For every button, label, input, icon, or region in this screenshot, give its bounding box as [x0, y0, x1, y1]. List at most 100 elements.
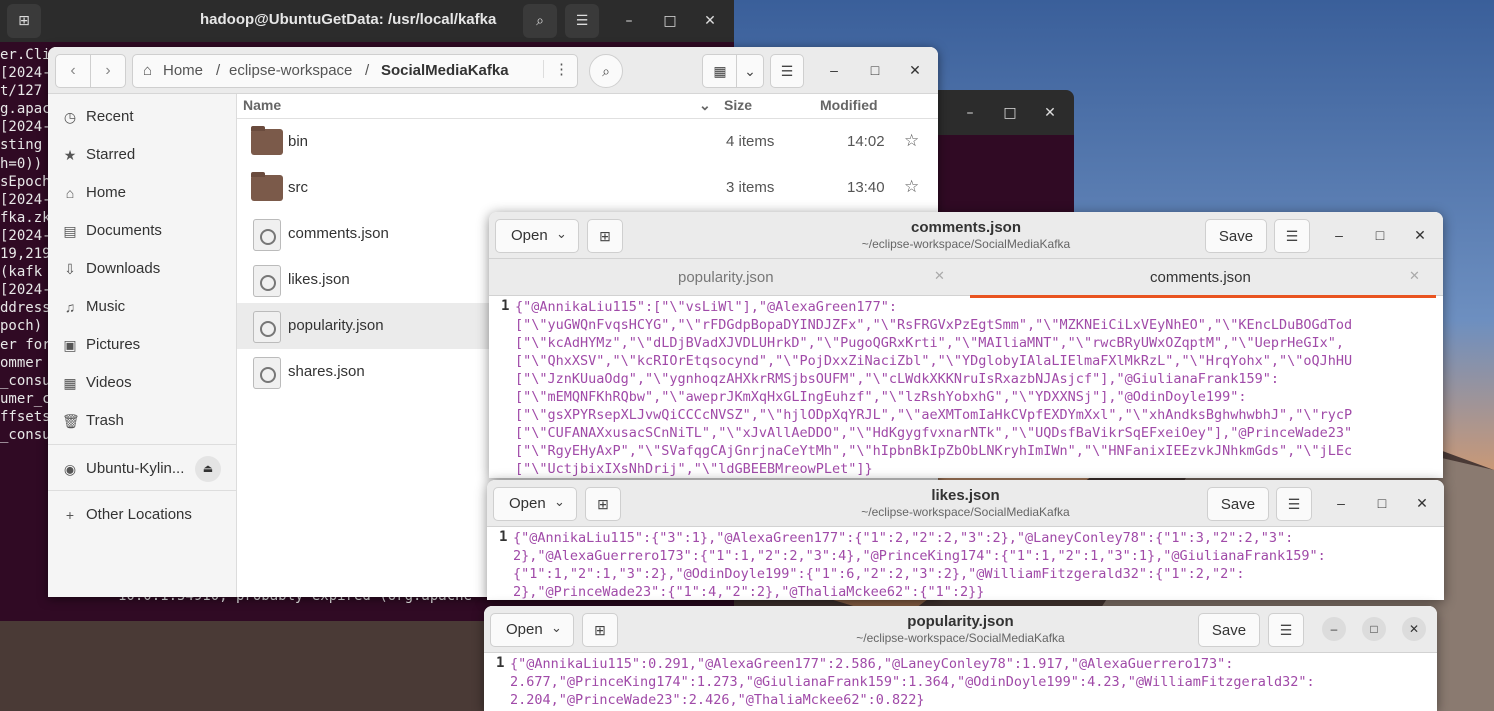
editor-menu-button[interactable]: ☰: [1276, 487, 1312, 521]
sidebar-item-videos[interactable]: ▦ Videos: [48, 366, 236, 400]
sidebar-item-label: Ubuntu-Kylin...: [86, 460, 185, 477]
files-maximize-button[interactable]: □: [863, 58, 887, 82]
file-name: shares.json: [288, 363, 365, 380]
tab-comments[interactable]: comments.json ✕: [970, 259, 1436, 298]
folder-icon: [251, 172, 283, 201]
editor-maximize-button[interactable]: □: [1370, 491, 1394, 515]
path-menu-icon[interactable]: ⋮: [543, 60, 569, 78]
terminal-line: (kafk: [0, 264, 43, 281]
editor-minimize-button[interactable]: –: [1322, 617, 1346, 641]
column-modified[interactable]: Modified: [820, 97, 878, 113]
file-size: 3 items: [726, 179, 775, 196]
terminal-line: 19,219: [0, 246, 51, 263]
new-tab-button[interactable]: ⊞: [7, 4, 41, 38]
code-line: ["\"QhxXSV","\"kcRIOrEtqsocynd","\"PojDx…: [515, 353, 1353, 369]
sidebar-item-pictures[interactable]: ▣ Pictures: [48, 328, 236, 362]
grid-icon: ▦: [713, 62, 727, 79]
code-line: 2},"@AlexaGuerrero173":{"1":1,"2":2,"3":…: [513, 548, 1326, 564]
file-row-bin[interactable]: bin 4 items 14:02 ☆: [237, 119, 938, 165]
terminal-close-button[interactable]: ✕: [698, 9, 722, 33]
close-tab-icon[interactable]: ✕: [1409, 268, 1420, 284]
eject-icon[interactable]: ⏏: [195, 456, 221, 482]
editor-menu-button[interactable]: ☰: [1268, 613, 1304, 647]
terminal-line: t/127: [0, 83, 43, 100]
editor-maximize-button[interactable]: □: [1362, 617, 1386, 641]
tab-popularity[interactable]: popularity.json ✕: [489, 259, 957, 295]
view-options-button[interactable]: ⌄: [736, 54, 764, 88]
sidebar-item-label: Starred: [86, 146, 136, 163]
editor-minimize-button[interactable]: –: [1329, 491, 1353, 515]
comments-editor-window[interactable]: Open ⌄ ⊞ comments.json ~/eclipse-workspac…: [489, 212, 1443, 478]
sidebar-item-ubuntu-kylin[interactable]: ◉ Ubuntu-Kylin... ⏏: [48, 452, 236, 486]
editor-minimize-button[interactable]: –: [1327, 223, 1351, 247]
save-button[interactable]: Save: [1198, 613, 1260, 647]
bg-close-button[interactable]: ✕: [1038, 101, 1062, 125]
sidebar: ◷ Recent ★ Starred ⌂ Home ▤ Documents ⇩ Downl…: [48, 94, 237, 597]
terminal-line: sting: [0, 137, 43, 154]
column-header: Name ⌄ Size Modified: [237, 94, 938, 119]
sidebar-item-downloads[interactable]: ⇩ Downloads: [48, 252, 236, 286]
terminal-maximize-button[interactable]: □: [658, 9, 682, 33]
line-number: 1: [501, 298, 510, 314]
file-modified: 14:02: [847, 133, 885, 150]
breadcrumb-eclipse-workspace[interactable]: eclipse-workspace: [229, 62, 352, 79]
terminal-line: [2024-: [0, 65, 51, 82]
line-number: 1: [496, 655, 505, 671]
terminal-search-button[interactable]: ⌕: [523, 4, 557, 38]
save-button[interactable]: Save: [1207, 487, 1269, 521]
files-minimize-button[interactable]: –: [822, 58, 846, 82]
terminal-line: umer_c: [0, 390, 51, 407]
star-icon[interactable]: ☆: [904, 177, 919, 197]
search-button[interactable]: ⌕: [589, 54, 623, 88]
bg-minimize-button[interactable]: –: [958, 101, 982, 125]
back-icon: ‹: [70, 62, 76, 79]
editor-close-button[interactable]: ✕: [1402, 617, 1426, 641]
terminal-minimize-button[interactable]: –: [617, 9, 641, 33]
home-icon: ⌂: [143, 62, 153, 79]
tab-label: comments.json: [1150, 269, 1251, 286]
editor-close-button[interactable]: ✕: [1408, 223, 1432, 247]
close-tab-icon[interactable]: ✕: [934, 268, 945, 284]
terminal-line: g.apac: [0, 101, 51, 118]
popularity-editor-window[interactable]: Open ⌄ ⊞ popularity.json ~/eclipse-worksp…: [484, 606, 1437, 711]
code-line: ["\"CUFANAXxusacSCnNiTL","\"xJvAllAeDDO"…: [515, 425, 1353, 441]
editor-maximize-button[interactable]: □: [1368, 223, 1392, 247]
terminal-line: h=0)): [0, 155, 43, 172]
files-close-button[interactable]: ✕: [903, 58, 927, 82]
plus-icon: +: [65, 507, 75, 523]
column-name[interactable]: Name: [243, 97, 281, 113]
sidebar-item-music[interactable]: ♫ Music: [48, 290, 236, 324]
breadcrumb-current[interactable]: SocialMediaKafka: [381, 62, 509, 79]
sidebar-item-home[interactable]: ⌂ Home: [48, 176, 236, 210]
editor-close-button[interactable]: ✕: [1410, 491, 1434, 515]
breadcrumb-separator: /: [216, 62, 221, 79]
trash-icon: 🗑: [62, 413, 80, 429]
editor-menu-button[interactable]: ☰: [1274, 219, 1310, 253]
sidebar-item-recent[interactable]: ◷ Recent: [48, 100, 236, 134]
sidebar-item-other-locations[interactable]: + Other Locations: [48, 498, 236, 532]
forward-button[interactable]: ›: [90, 54, 126, 88]
sidebar-item-documents[interactable]: ▤ Documents: [48, 214, 236, 248]
terminal-menu-button[interactable]: ☰: [565, 4, 599, 38]
star-icon[interactable]: ☆: [904, 131, 919, 151]
code-text[interactable]: {"@AnnikaLiu115":["\"vsLiWl"],"@AlexaGre…: [515, 298, 1352, 478]
column-size[interactable]: Size: [724, 97, 752, 113]
save-button[interactable]: Save: [1205, 219, 1267, 253]
likes-editor-window[interactable]: Open ⌄ ⊞ likes.json ~/eclipse-workspace/S…: [487, 480, 1444, 600]
files-menu-button[interactable]: ☰: [770, 54, 804, 88]
sidebar-item-starred[interactable]: ★ Starred: [48, 138, 236, 172]
code-text[interactable]: {"@AnnikaLiu115":0.291,"@AlexaGreen177":…: [510, 655, 1315, 709]
terminal-line: er for: [0, 336, 51, 353]
back-button[interactable]: ‹: [55, 54, 91, 88]
code-text[interactable]: {"@AnnikaLiu115":{"3":1},"@AlexaGreen177…: [513, 529, 1326, 600]
code-line: 2.677,"@PrinceKing174":1.273,"@GiulianaF…: [510, 674, 1315, 690]
breadcrumb-home[interactable]: Home: [163, 62, 203, 79]
code-line: {"1":1,"2":1,"3":2},"@OdinDoyle199":{"1"…: [513, 566, 1245, 582]
sidebar-item-label: Home: [86, 184, 127, 201]
view-grid-button[interactable]: ▦: [702, 54, 738, 88]
file-row-src[interactable]: src 3 items 13:40 ☆: [237, 165, 938, 211]
sidebar-item-trash[interactable]: 🗑 Trash: [48, 404, 236, 438]
sort-chevron-icon[interactable]: ⌄: [699, 97, 711, 114]
terminal-line: sEpoch: [0, 173, 51, 190]
bg-maximize-button[interactable]: □: [998, 101, 1022, 125]
